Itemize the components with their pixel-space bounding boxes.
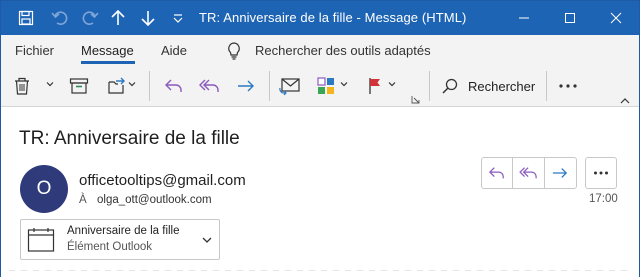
tab-message[interactable]: Message (81, 43, 134, 58)
reply-all-icon[interactable] (197, 73, 223, 99)
reply-all-button[interactable] (513, 158, 545, 188)
categorize-icon[interactable] (313, 73, 339, 99)
down-arrow-icon[interactable] (137, 8, 159, 28)
search-button[interactable]: Rechercher (441, 73, 537, 99)
avatar-initial: O (36, 178, 52, 199)
categorize-dropdown-icon[interactable] (339, 79, 349, 89)
flag-dropdown-icon[interactable] (387, 79, 397, 89)
forward-button[interactable] (545, 158, 576, 188)
active-tab-indicator (81, 61, 135, 64)
undo-icon[interactable] (49, 8, 71, 28)
title-bar: TR: Anniversaire de la fille - Message (… (1, 1, 639, 35)
search-icon (442, 78, 458, 94)
move-icon[interactable] (105, 73, 129, 99)
reply-all-icon (518, 167, 537, 179)
chevron-down-icon[interactable] (201, 234, 213, 246)
forward-icon[interactable] (233, 73, 259, 99)
delete-dropdown-icon[interactable] (45, 79, 55, 89)
attachment-type: Élément Outlook (67, 241, 153, 253)
reply-icon (489, 167, 505, 179)
more-actions-button[interactable] (585, 157, 617, 189)
reply-button[interactable] (482, 158, 514, 188)
save-icon[interactable] (15, 8, 37, 28)
ribbon-group-launcher-icon[interactable] (411, 95, 420, 104)
redo-icon[interactable] (79, 8, 101, 28)
ribbon-separator (429, 71, 430, 101)
divider (9, 270, 631, 271)
archive-icon[interactable] (67, 73, 91, 99)
forward-icon (553, 168, 568, 178)
quick-actions (481, 157, 577, 189)
avatar[interactable]: O (20, 165, 68, 213)
attachment-name: Anniversaire de la fille (67, 225, 180, 237)
move-dropdown-icon[interactable] (127, 79, 137, 89)
to-label: À (79, 194, 87, 206)
ribbon-separator (149, 71, 150, 101)
window-title: TR: Anniversaire de la fille - Message (… (199, 10, 467, 25)
customize-quick-access-icon[interactable] (167, 8, 189, 28)
ribbon-separator (269, 71, 270, 101)
collapse-ribbon-icon[interactable] (620, 97, 630, 105)
attachment-card[interactable]: Anniversaire de la fille Élément Outlook (20, 219, 220, 260)
ribbon-separator (546, 71, 547, 101)
ribbon: Rechercher (1, 65, 639, 107)
close-icon[interactable] (593, 1, 639, 35)
delete-icon[interactable] (11, 73, 33, 99)
lightbulb-icon[interactable] (225, 41, 243, 61)
calendar-item-icon (27, 228, 55, 252)
reply-icon[interactable] (161, 73, 187, 99)
more-icon[interactable] (557, 73, 579, 99)
sender-address[interactable]: officetooltips@gmail.com (79, 172, 246, 189)
search-button-label: Rechercher (468, 78, 536, 94)
received-time: 17:00 (589, 193, 618, 205)
flag-icon[interactable] (363, 73, 387, 99)
more-icon (594, 171, 608, 175)
outlook-message-window: TR: Anniversaire de la fille - Message (… (0, 0, 640, 277)
tab-fichier[interactable]: Fichier (15, 43, 54, 58)
recipient-address[interactable]: olga_ott@outlook.com (97, 194, 212, 206)
up-arrow-icon[interactable] (107, 8, 129, 28)
message-subject: TR: Anniversaire de la fille (19, 128, 240, 149)
tab-aide[interactable]: Aide (161, 43, 187, 58)
minimize-icon[interactable] (501, 1, 547, 35)
tell-me-search[interactable]: Rechercher des outils adaptés (255, 43, 431, 58)
mark-unread-icon[interactable] (277, 73, 303, 99)
maximize-icon[interactable] (547, 1, 593, 35)
